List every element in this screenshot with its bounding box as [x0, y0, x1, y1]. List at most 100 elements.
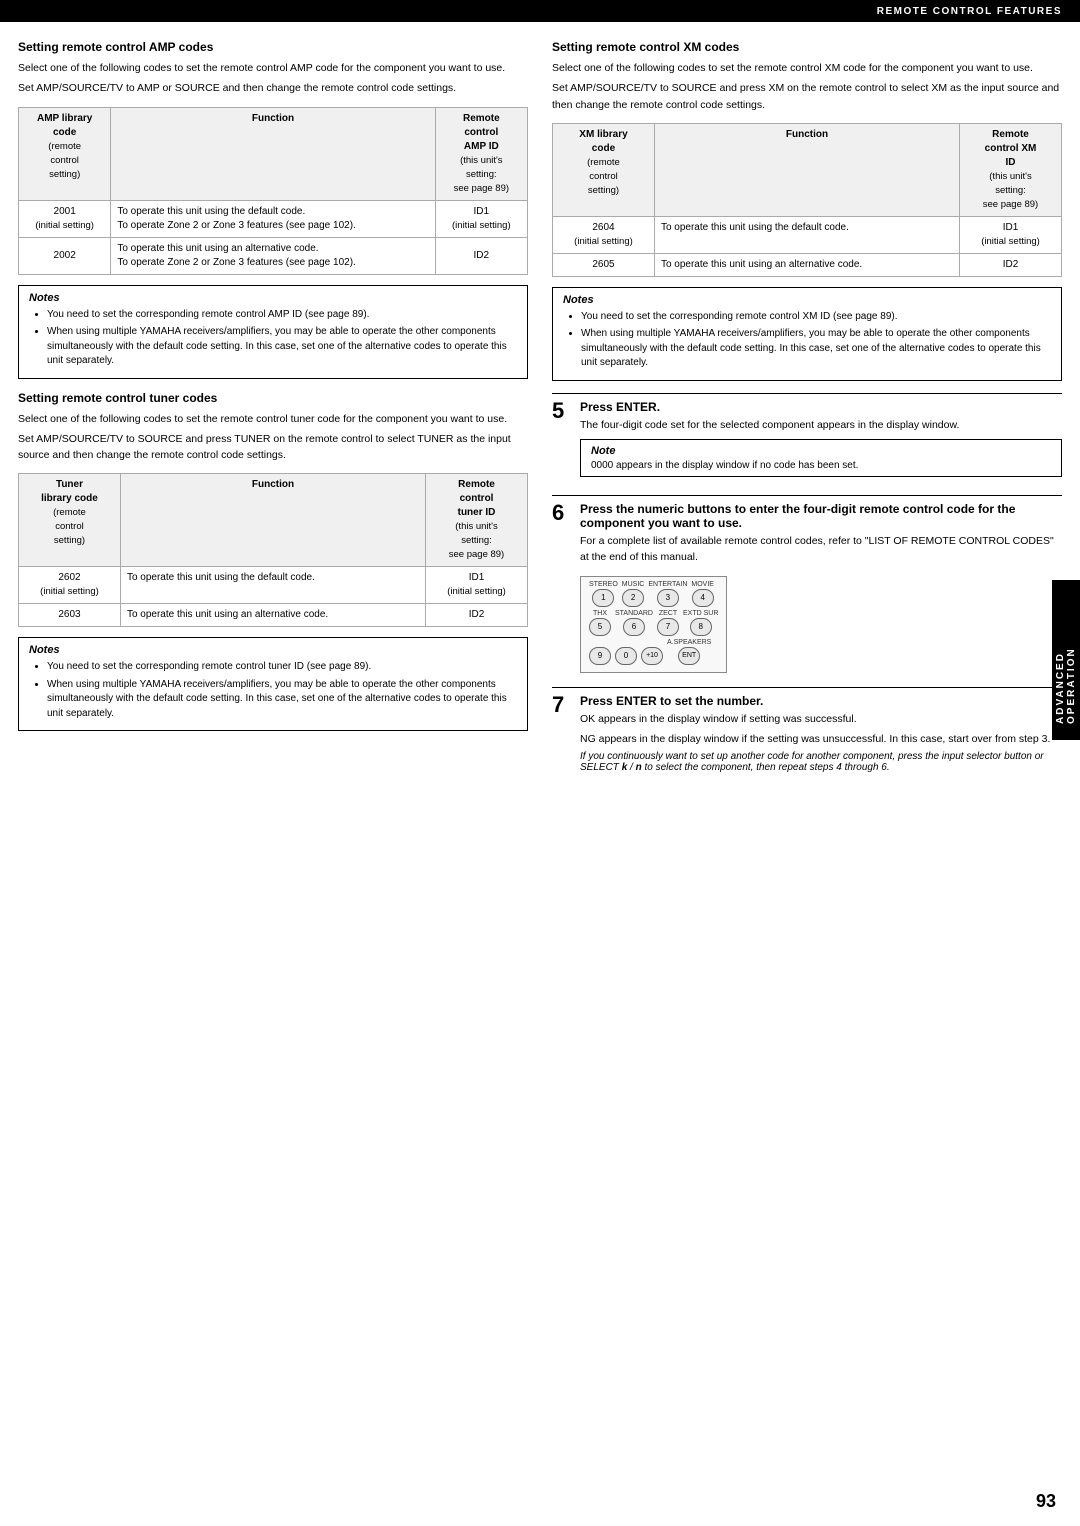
- step7-divider: [552, 687, 1062, 688]
- key-8: 8: [690, 618, 712, 636]
- key-6: 6: [623, 618, 645, 636]
- amp-notes-box: Notes You need to set the corresponding …: [18, 285, 528, 379]
- step5-title: Press ENTER.: [580, 400, 1062, 414]
- key-plus10: +10: [641, 647, 663, 665]
- step7-body2: NG appears in the display window if the …: [580, 731, 1062, 747]
- key-group-ent: A.SPEAKERS ENT: [667, 639, 711, 665]
- tuner-codes-para2: Set AMP/SOURCE/TV to SOURCE and press TU…: [18, 431, 528, 464]
- amp-row2-function: To operate this unit using an alternativ…: [111, 237, 435, 274]
- amp-codes-para2: Set AMP/SOURCE/TV to AMP or SOURCE and t…: [18, 80, 528, 96]
- key-7: 7: [657, 618, 679, 636]
- top-bar: REMOTE CONTROL FEATURES: [0, 0, 1080, 22]
- right-column: Setting remote control XM codes Select o…: [552, 40, 1062, 779]
- tuner-row2-function: To operate this unit using an alternativ…: [120, 604, 425, 627]
- step7-row: 7 Press ENTER to set the number. OK appe…: [552, 694, 1062, 774]
- xm-row1-code: 2604(initial setting): [553, 216, 655, 253]
- tuner-notes-title: Notes: [29, 644, 517, 656]
- xm-note-1: You need to set the corresponding remote…: [581, 310, 1051, 325]
- amp-row1-code: 2001(initial setting): [19, 200, 111, 237]
- xm-codes-para1: Select one of the following codes to set…: [552, 60, 1062, 76]
- amp-note-2: When using multiple YAMAHA receivers/amp…: [47, 325, 517, 369]
- amp-row2-code: 2002: [19, 237, 111, 274]
- amp-table-header-1: AMP librarycode (remotecontrolsetting): [19, 107, 111, 200]
- amp-notes-list: You need to set the corresponding remote…: [29, 308, 517, 369]
- amp-codes-para1: Select one of the following codes to set…: [18, 60, 528, 76]
- amp-row1-function: To operate this unit using the default c…: [111, 200, 435, 237]
- key-group-10: +10: [641, 639, 663, 665]
- step5-row: 5 Press ENTER. The four-digit code set f…: [552, 400, 1062, 487]
- tuner-note-2: When using multiple YAMAHA receivers/amp…: [47, 678, 517, 722]
- xm-table-header-3: Remotecontrol XMID (this unit'ssetting:s…: [960, 123, 1062, 216]
- tuner-note-1: You need to set the corresponding remote…: [47, 660, 517, 675]
- tuner-row2-code: 2603: [19, 604, 121, 627]
- amp-table-row-2: 2002 To operate this unit using an alter…: [19, 237, 528, 274]
- tuner-row1-id: ID1(initial setting): [426, 567, 528, 604]
- page-number: 93: [1036, 1491, 1056, 1512]
- keypad-row-3: 9 0 +10 A.SPEAKERS: [589, 639, 718, 665]
- xm-codes-title: Setting remote control XM codes: [552, 40, 1062, 54]
- tuner-table-header-1: Tunerlibrary code (remotecontrolsetting): [19, 474, 121, 567]
- amp-row1-id: ID1(initial setting): [435, 200, 527, 237]
- amp-table-header-2: Function: [111, 107, 435, 200]
- tuner-table-row-1: 2602(initial setting) To operate this un…: [19, 567, 528, 604]
- tuner-codes-para1: Select one of the following codes to set…: [18, 411, 528, 427]
- key-5: 5: [589, 618, 611, 636]
- xm-table-row-1: 2604(initial setting) To operate this un…: [553, 216, 1062, 253]
- left-column: Setting remote control AMP codes Select …: [18, 40, 528, 779]
- key-group-7: ZECT 7: [657, 610, 679, 636]
- step5-divider: [552, 393, 1062, 394]
- step6-body: For a complete list of available remote …: [580, 533, 1062, 566]
- step7-number: 7: [552, 694, 574, 716]
- page: REMOTE CONTROL FEATURES Setting remote c…: [0, 0, 1080, 1526]
- tuner-codes-table: Tunerlibrary code (remotecontrolsetting)…: [18, 473, 528, 627]
- tuner-codes-title: Setting remote control tuner codes: [18, 391, 528, 405]
- step7-body1: OK appears in the display window if sett…: [580, 711, 1062, 727]
- xm-row2-id: ID2: [960, 253, 1062, 276]
- key-group-6: STANDARD 6: [615, 610, 653, 636]
- content-area: Setting remote control AMP codes Select …: [0, 22, 1080, 797]
- amp-notes-title: Notes: [29, 292, 517, 304]
- key-group-2: MUSIC 2: [622, 581, 645, 607]
- key-group-1: STEREO 1: [589, 581, 618, 607]
- tuner-row1-code: 2602(initial setting): [19, 567, 121, 604]
- amp-codes-title: Setting remote control AMP codes: [18, 40, 528, 54]
- tuner-row2-id: ID2: [426, 604, 528, 627]
- key-2: 2: [622, 589, 644, 607]
- amp-codes-table: AMP librarycode (remotecontrolsetting) F…: [18, 107, 528, 275]
- xm-row1-function: To operate this unit using the default c…: [654, 216, 959, 253]
- xm-row2-code: 2605: [553, 253, 655, 276]
- xm-codes-table: XM librarycode (remotecontrolsetting) Fu…: [552, 123, 1062, 277]
- amp-table-header-3: RemotecontrolAMP ID (this unit'ssetting:…: [435, 107, 527, 200]
- step5-note-title: Note: [591, 445, 1051, 457]
- step5-body: The four-digit code set for the selected…: [580, 417, 1062, 433]
- key-group-9: 9: [589, 639, 611, 665]
- xm-notes-list: You need to set the corresponding remote…: [563, 310, 1051, 371]
- xm-codes-section: Setting remote control XM codes Select o…: [552, 40, 1062, 381]
- xm-notes-title: Notes: [563, 294, 1051, 306]
- step6-content: Press the numeric buttons to enter the f…: [580, 502, 1062, 679]
- key-ent: ENT: [678, 647, 700, 665]
- keypad-row-2: THX 5 STANDARD 6 ZECT 7: [589, 610, 718, 636]
- xm-row2-function: To operate this unit using an alternativ…: [654, 253, 959, 276]
- step7-title: Press ENTER to set the number.: [580, 694, 1062, 708]
- key-group-3: ENTERTAIN 3: [648, 581, 687, 607]
- xm-note-2: When using multiple YAMAHA receivers/amp…: [581, 327, 1051, 371]
- key-group-0: 0: [615, 639, 637, 665]
- tuner-table-row-2: 2603 To operate this unit using an alter…: [19, 604, 528, 627]
- step6-number: 6: [552, 502, 574, 524]
- key-4: 4: [692, 589, 714, 607]
- key-3: 3: [657, 589, 679, 607]
- page-section-title: REMOTE CONTROL FEATURES: [877, 6, 1062, 17]
- advanced-operation-sidebar: ADVANCED OPERATION: [1052, 580, 1080, 740]
- key-group-5: THX 5: [589, 610, 611, 636]
- xm-table-header-1: XM librarycode (remotecontrolsetting): [553, 123, 655, 216]
- step5-note-box: Note 0000 appears in the display window …: [580, 439, 1062, 477]
- tuner-notes-list: You need to set the corresponding remote…: [29, 660, 517, 721]
- xm-codes-para2: Set AMP/SOURCE/TV to SOURCE and press XM…: [552, 80, 1062, 113]
- step5-content: Press ENTER. The four-digit code set for…: [580, 400, 1062, 487]
- step7-content: Press ENTER to set the number. OK appear…: [580, 694, 1062, 774]
- key-0: 0: [615, 647, 637, 665]
- amp-table-row-1: 2001(initial setting) To operate this un…: [19, 200, 528, 237]
- xm-row1-id: ID1(initial setting): [960, 216, 1062, 253]
- step5-note-text: 0000 appears in the display window if no…: [591, 460, 858, 471]
